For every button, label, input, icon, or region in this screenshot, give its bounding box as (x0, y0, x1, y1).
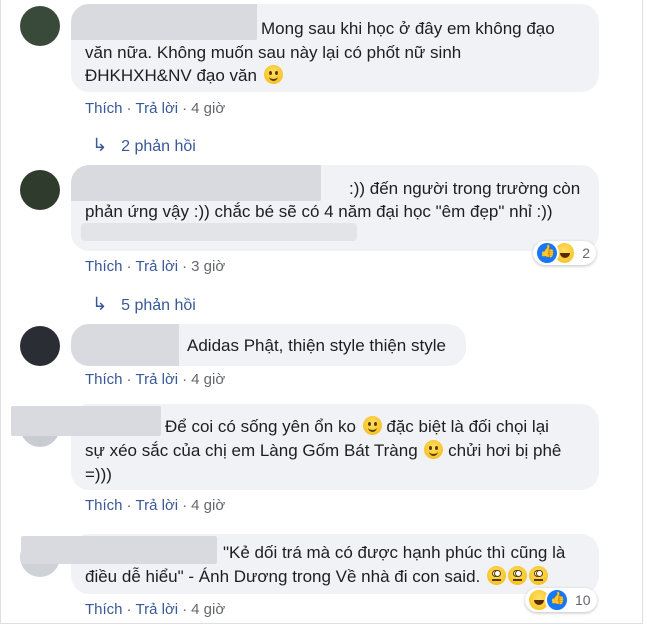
author-name-redacted[interactable] (71, 324, 179, 366)
comment-bubble: :)) đến người trong trường còn phản ứng … (71, 165, 599, 251)
reply-link[interactable]: Trả lời (136, 601, 179, 618)
author-name-redacted[interactable] (71, 4, 257, 40)
like-link[interactable]: Thích (85, 371, 123, 388)
like-link[interactable]: Thích (85, 100, 123, 117)
comment-text: =))) (85, 465, 112, 484)
view-replies-link[interactable]: ↳ 2 phản hồi (92, 135, 196, 156)
comment-bubble: Adidas Phật, thiện style thiện style (71, 324, 466, 366)
eye-roll-emoji-icon (508, 566, 527, 585)
comment-text-line: điều dễ hiểu" - Ánh Dương trong Về nhà đ… (85, 566, 548, 588)
timestamp[interactable]: 3 giờ (191, 258, 225, 275)
author-name-redacted[interactable] (21, 536, 217, 564)
comment-actions: Thích · Trả lời · 3 giờ (85, 258, 226, 275)
comment-bubble: Để coi có sống yên ổn ko đặc biệt là đối… (11, 404, 599, 490)
reply-link[interactable]: Trả lời (136, 497, 179, 514)
comment-text: văn nữa. Không muốn sau này lại có phốt … (85, 43, 462, 62)
like-link[interactable]: Thích (85, 258, 123, 275)
timestamp[interactable]: 4 giờ (191, 371, 225, 388)
comment-text: Adidas Phật, thiện style thiện style (187, 336, 446, 355)
avatar[interactable] (20, 6, 60, 46)
view-replies-link[interactable]: ↳ 5 phản hồi (92, 294, 196, 315)
smile-emoji-icon (362, 416, 382, 435)
like-reaction-icon (535, 241, 559, 265)
reaction-summary[interactable]: 2 (533, 241, 596, 265)
comment-text: :)) đến người trong trường còn (349, 179, 581, 198)
reaction-count: 10 (575, 592, 591, 608)
timestamp[interactable]: 4 giờ (191, 601, 225, 618)
comment-bubble: "Kẻ dối trá mà có được hạnh phúc thì cũn… (21, 534, 599, 594)
comment-bubble: Mong sau khi học ở đây em không đạo văn … (71, 4, 599, 92)
like-link[interactable]: Thích (85, 497, 123, 514)
comment-text: Mong sau khi học ở đây em không đạo (261, 19, 555, 38)
comment-text: "Kẻ dối trá mà có được hạnh phúc thì cũn… (223, 543, 566, 562)
like-link[interactable]: Thích (85, 601, 123, 618)
eye-roll-emoji-icon (529, 566, 548, 585)
like-reaction-icon (545, 588, 569, 612)
comment-text: phản ứng vậy :)) chắc bé sẽ có 4 năm đại… (85, 202, 553, 221)
eye-roll-emoji-icon (487, 566, 506, 585)
author-name-redacted[interactable] (11, 406, 161, 436)
comment-text-line: sự xéo sắc của chị em Làng Gốm Bát Tràng… (85, 440, 562, 460)
reply-link[interactable]: Trả lời (136, 100, 179, 117)
reaction-count: 2 (582, 245, 590, 261)
reply-arrow-icon: ↳ (92, 135, 108, 155)
smile-emoji-icon (424, 440, 444, 459)
reaction-summary[interactable]: 10 (525, 588, 597, 612)
timestamp[interactable]: 4 giờ (191, 100, 225, 117)
redacted-content (81, 223, 357, 241)
timestamp[interactable]: 4 giờ (191, 497, 225, 514)
reply-arrow-icon: ↳ (92, 294, 108, 314)
smile-emoji-icon (263, 65, 283, 84)
comment-text-line: ĐHKHXH&NV đạo văn (85, 65, 283, 87)
comment-actions: Thích · Trả lời · 4 giờ (85, 601, 226, 618)
avatar[interactable] (20, 170, 60, 210)
avatar[interactable] (20, 326, 60, 366)
author-name-redacted[interactable] (71, 165, 321, 201)
reply-link[interactable]: Trả lời (136, 258, 179, 275)
comment-actions: Thích · Trả lời · 4 giờ (85, 497, 226, 514)
comment-actions: Thích · Trả lời · 4 giờ (85, 100, 226, 117)
comment-text-line: Để coi có sống yên ổn ko đặc biệt là đối… (165, 416, 549, 436)
reply-link[interactable]: Trả lời (136, 371, 179, 388)
comment-actions: Thích · Trả lời · 4 giờ (85, 371, 226, 388)
